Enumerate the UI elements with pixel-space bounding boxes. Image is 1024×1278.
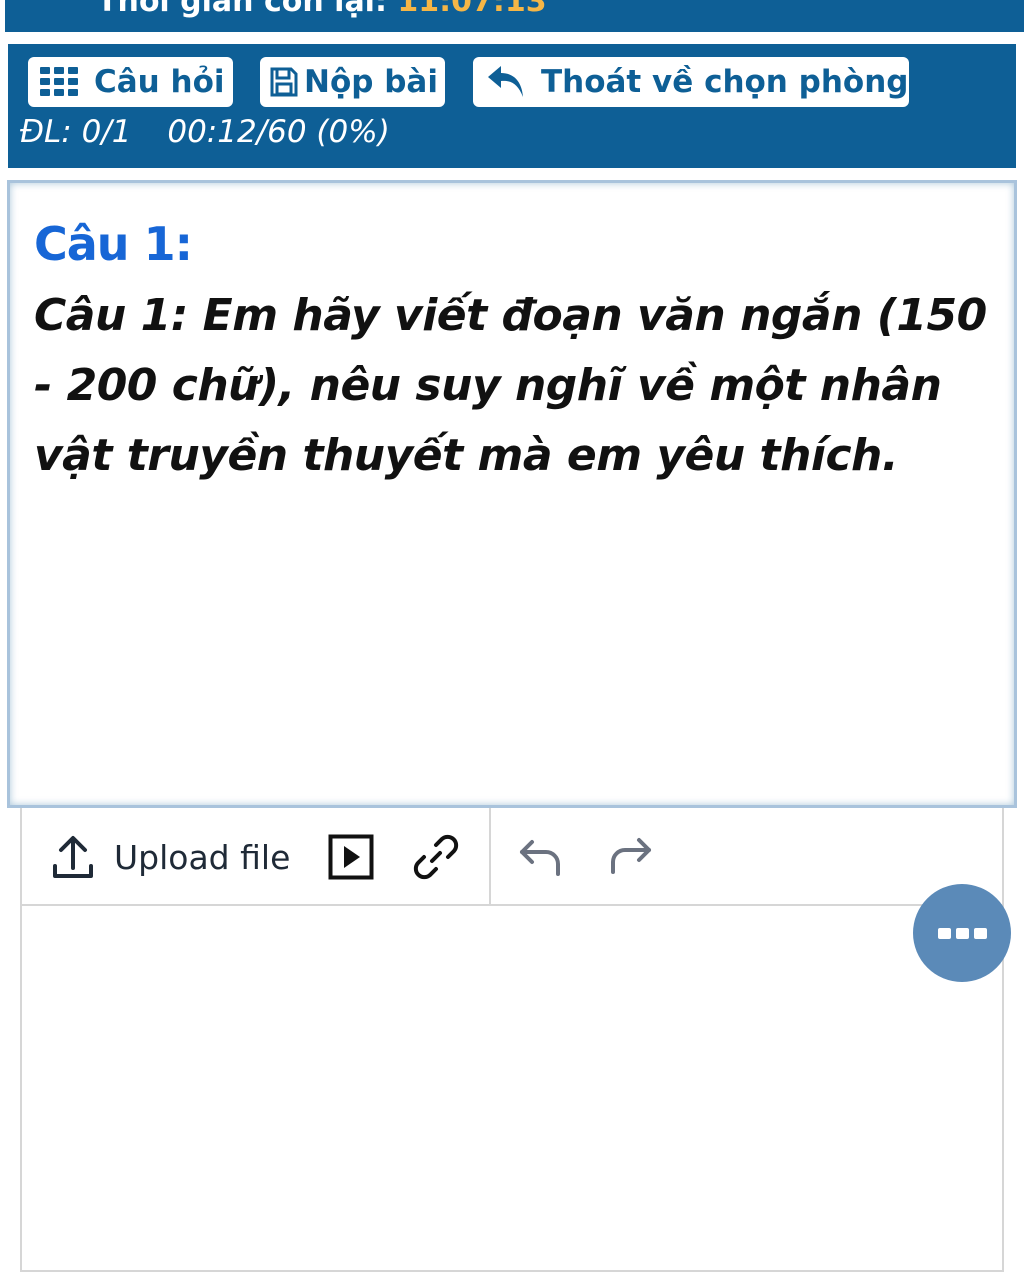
redo-icon bbox=[607, 834, 653, 880]
undo-icon bbox=[518, 834, 564, 880]
answer-text-area[interactable] bbox=[22, 906, 1002, 1270]
upload-file-button[interactable]: Upload file bbox=[52, 832, 290, 882]
questions-button[interactable]: Câu hỏi bbox=[28, 57, 233, 107]
more-options-button[interactable] bbox=[913, 884, 1011, 982]
upload-file-label: Upload file bbox=[114, 837, 291, 877]
question-card: Câu 1: Câu 1: Em hãy viết đoạn văn ngắn … bbox=[7, 180, 1017, 808]
video-play-icon bbox=[328, 834, 374, 880]
countdown-label: Thời gian còn lại: bbox=[97, 0, 387, 19]
elapsed-time: 00:12/60 (0%) bbox=[167, 114, 390, 150]
countdown-value: 11:07:13 bbox=[397, 0, 547, 19]
countdown: Thời gian còn lại: 11:07:13 bbox=[97, 0, 547, 19]
submit-label: Nộp bài bbox=[304, 64, 438, 100]
exam-action-panel: Câu hỏi Nộp bài Thoát về chọn phòng ĐL: … bbox=[8, 44, 1016, 168]
timer-bar: Thời gian còn lại: 11:07:13 bbox=[0, 0, 1024, 32]
answer-editor: Upload file bbox=[20, 808, 1004, 1272]
upload-icon bbox=[52, 834, 94, 880]
timer-bar-background: Thời gian còn lại: 11:07:13 bbox=[5, 0, 1024, 32]
exit-room-label: Thoát về chọn phòng bbox=[541, 64, 909, 100]
toolbar-divider bbox=[489, 808, 491, 906]
questions-label: Câu hỏi bbox=[94, 64, 225, 100]
redo-button[interactable] bbox=[607, 832, 653, 882]
insert-link-button[interactable] bbox=[412, 832, 460, 882]
exam-status: ĐL: 0/1 00:12/60 (0%) bbox=[20, 114, 390, 150]
question-title: Câu 1: bbox=[34, 217, 193, 271]
editor-toolbar: Upload file bbox=[22, 808, 1002, 906]
floppy-disk-icon bbox=[270, 67, 298, 97]
submit-button[interactable]: Nộp bài bbox=[260, 57, 445, 107]
exit-room-button[interactable]: Thoát về chọn phòng bbox=[473, 57, 909, 107]
question-text: Câu 1: Em hãy viết đoạn văn ngắn (150 - … bbox=[34, 290, 987, 481]
reply-arrow-icon bbox=[485, 63, 527, 101]
more-icon bbox=[937, 927, 987, 939]
link-icon bbox=[412, 833, 460, 881]
grid-icon bbox=[40, 67, 80, 97]
undo-button[interactable] bbox=[518, 832, 564, 882]
insert-media-button[interactable] bbox=[328, 832, 374, 882]
answered-progress: ĐL: 0/1 bbox=[20, 114, 132, 150]
